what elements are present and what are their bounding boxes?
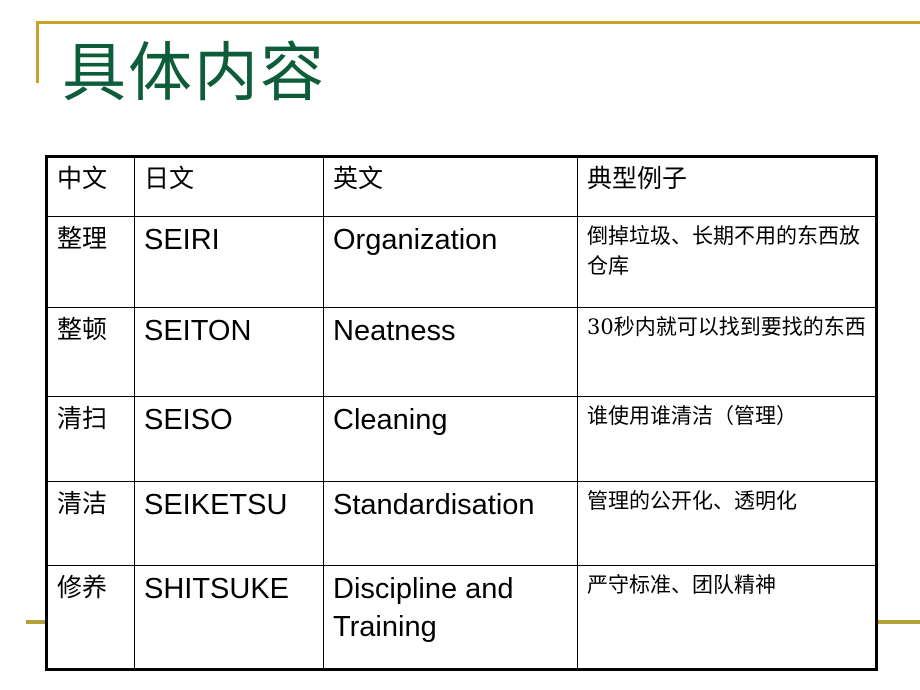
cell-japanese: SEIKETSU xyxy=(134,481,324,566)
table-row: 清洁 SEIKETSU Standardisation 管理的公开化、透明化 xyxy=(46,481,877,566)
value-english: Cleaning xyxy=(333,404,448,436)
cell-english: Standardisation xyxy=(323,481,578,566)
cell-japanese: SEISO xyxy=(134,396,324,482)
header-cell-english: 英文 xyxy=(323,156,578,217)
value-japanese: SEISO xyxy=(144,404,233,436)
value-example: 30秒内就可以找到要找的东西 xyxy=(587,315,866,339)
value-japanese: SEIKETSU xyxy=(144,489,288,521)
cell-chinese: 修养 xyxy=(46,565,135,670)
value-chinese: 修养 xyxy=(57,573,108,602)
value-english: Organization xyxy=(333,224,498,256)
slide-title: 具体内容 xyxy=(62,37,326,111)
header-cell-example: 典型例子 xyxy=(577,156,877,217)
cell-example: 30秒内就可以找到要找的东西 xyxy=(577,307,877,397)
cell-english: Discipline and Training xyxy=(323,565,578,670)
table-row: 整顿 SEITON Neatness 30秒内就可以找到要找的东西 xyxy=(46,307,877,397)
cell-example: 倒掉垃圾、长期不用的东西放仓库 xyxy=(577,216,877,308)
cell-japanese: SHITSUKE xyxy=(134,565,324,670)
five-s-table: 中文 日文 英文 典型例子 整理 SEIRI Organization 倒掉垃圾… xyxy=(45,155,878,671)
table-row: 修养 SHITSUKE Discipline and Training 严守标准… xyxy=(46,565,877,670)
cell-chinese: 清洁 xyxy=(46,481,135,566)
slide-canvas: 具体内容 中文 日文 英文 典型例子 整理 SEIRI Organization… xyxy=(0,0,920,690)
value-chinese: 整理 xyxy=(57,224,108,253)
top-accent-rule xyxy=(36,21,920,24)
value-example: 倒掉垃圾、长期不用的东西放仓库 xyxy=(587,224,860,278)
cell-chinese: 整理 xyxy=(46,216,135,308)
value-english: Standardisation xyxy=(333,489,535,521)
cell-english: Neatness xyxy=(323,307,578,397)
value-chinese: 清扫 xyxy=(57,404,108,433)
cell-japanese: SEITON xyxy=(134,307,324,397)
cell-english: Organization xyxy=(323,216,578,308)
cell-japanese: SEIRI xyxy=(134,216,324,308)
value-english: Neatness xyxy=(333,315,456,347)
table-row: 清扫 SEISO Cleaning 谁使用谁清洁（管理） xyxy=(46,396,877,482)
header-label-example: 典型例子 xyxy=(587,164,688,193)
value-example: 谁使用谁清洁（管理） xyxy=(587,404,797,428)
value-chinese: 清洁 xyxy=(57,489,108,518)
value-japanese: SEITON xyxy=(144,315,252,347)
value-chinese: 整顿 xyxy=(57,315,108,344)
value-japanese: SHITSUKE xyxy=(144,573,290,605)
cell-example: 管理的公开化、透明化 xyxy=(577,481,877,566)
header-label-english: 英文 xyxy=(333,164,384,193)
cell-example: 谁使用谁清洁（管理） xyxy=(577,396,877,482)
table-row: 整理 SEIRI Organization 倒掉垃圾、长期不用的东西放仓库 xyxy=(46,216,877,308)
cell-example: 严守标准、团队精神 xyxy=(577,565,877,670)
content-table-wrapper: 中文 日文 英文 典型例子 整理 SEIRI Organization 倒掉垃圾… xyxy=(45,155,878,671)
table-header-row: 中文 日文 英文 典型例子 xyxy=(46,156,877,217)
header-cell-chinese: 中文 xyxy=(46,156,135,217)
left-accent-rule xyxy=(36,21,39,83)
value-japanese: SEIRI xyxy=(144,224,220,256)
value-example: 管理的公开化、透明化 xyxy=(587,489,797,513)
value-example: 严守标准、团队精神 xyxy=(587,573,776,597)
value-english: Discipline and Training xyxy=(333,573,514,643)
header-label-chinese: 中文 xyxy=(57,164,108,193)
cell-chinese: 整顿 xyxy=(46,307,135,397)
header-cell-japanese: 日文 xyxy=(134,156,324,217)
header-label-japanese: 日文 xyxy=(144,164,195,193)
cell-english: Cleaning xyxy=(323,396,578,482)
cell-chinese: 清扫 xyxy=(46,396,135,482)
